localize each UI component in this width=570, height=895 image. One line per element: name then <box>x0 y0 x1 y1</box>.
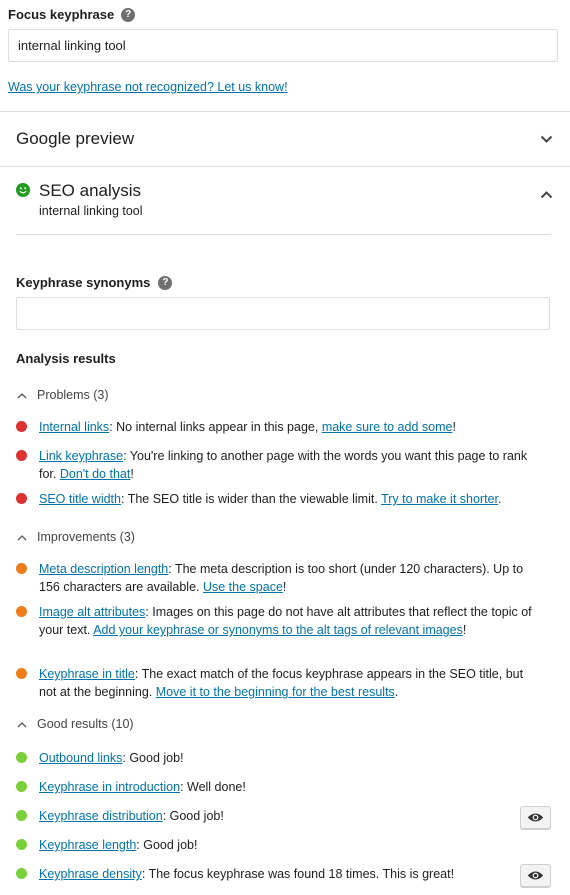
result-action-link[interactable]: Add your keyphrase or synonyms to the al… <box>93 623 463 637</box>
result-link[interactable]: Meta description length <box>39 562 168 576</box>
list-item: SEO title width: The SEO title is wider … <box>16 490 536 508</box>
problems-toggle[interactable]: Problems (3) <box>16 388 109 402</box>
good-bullet-icon <box>16 868 27 879</box>
result-action-link[interactable]: Use the space <box>203 580 283 594</box>
chevron-up-icon[interactable] <box>538 186 554 202</box>
good-results-toggle[interactable]: Good results (10) <box>16 717 134 731</box>
problem-bullet-icon <box>16 493 27 504</box>
list-item: Link keyphrase: You're linking to anothe… <box>16 447 536 483</box>
result-link[interactable]: Internal links <box>39 420 109 434</box>
focus-keyphrase-value: internal linking tool <box>18 38 126 53</box>
smiley-icon <box>16 183 30 197</box>
list-item: Internal links: No internal links appear… <box>16 418 536 436</box>
result-text: : The focus keyphrase was found 18 times… <box>141 867 455 881</box>
result-link[interactable]: Outbound links <box>39 751 122 765</box>
result-link[interactable]: Link keyphrase <box>39 449 123 463</box>
google-preview-toggle[interactable]: Google preview <box>0 112 570 166</box>
focus-keyphrase-input[interactable]: internal linking tool <box>8 29 558 62</box>
eye-icon <box>527 813 544 822</box>
seo-analysis-title: SEO analysis <box>39 181 142 200</box>
help-icon[interactable]: ? <box>121 7 136 22</box>
good-bullet-icon <box>16 752 27 763</box>
result-link[interactable]: Keyphrase in introduction <box>39 780 180 794</box>
good-results-heading: Good results (10) <box>37 717 134 731</box>
problems-heading: Problems (3) <box>37 388 109 402</box>
result-link[interactable]: SEO title width <box>39 492 121 506</box>
good-bullet-icon <box>16 839 27 850</box>
list-item: Image alt attributes: Images on this pag… <box>16 603 536 639</box>
result-text: : Good job! <box>136 838 198 852</box>
caret-up-icon <box>16 718 28 730</box>
highlight-toggle-button[interactable] <box>520 864 551 887</box>
result-tail: ! <box>130 467 134 481</box>
list-item: Keyphrase density: The focus keyphrase w… <box>16 865 536 883</box>
list-item: Outbound links: Good job! <box>16 749 536 767</box>
divider <box>16 234 551 235</box>
result-text: : Good job! <box>122 751 184 765</box>
google-preview-title: Google preview <box>16 129 135 148</box>
seo-analysis-toggle[interactable] <box>0 167 570 235</box>
result-action-link[interactable]: make sure to add some <box>322 420 453 434</box>
highlight-toggle-button[interactable] <box>520 806 551 829</box>
result-tail: . <box>498 492 502 506</box>
improvement-bullet-icon <box>16 606 27 617</box>
problem-bullet-icon <box>16 450 27 461</box>
result-action-link[interactable]: Try to make it shorter <box>381 492 498 506</box>
eye-icon <box>527 871 544 880</box>
analysis-results-heading: Analysis results <box>16 351 116 366</box>
improvement-bullet-icon <box>16 563 27 574</box>
good-bullet-icon <box>16 810 27 821</box>
focus-keyphrase-label-text: Focus keyphrase <box>8 7 115 22</box>
result-text: : The SEO title is wider than the viewab… <box>120 492 382 506</box>
help-icon[interactable]: ? <box>158 275 173 290</box>
result-text: : Well done! <box>180 780 246 794</box>
keyphrase-synonyms-label-text: Keyphrase synonyms <box>16 275 151 290</box>
result-link[interactable]: Image alt attributes <box>39 605 145 619</box>
list-item: Keyphrase in title: The exact match of t… <box>16 665 536 701</box>
list-item: Keyphrase in introduction: Well done! <box>16 778 536 796</box>
improvement-bullet-icon <box>16 668 27 679</box>
result-tail: ! <box>452 420 456 434</box>
result-text: : Good job! <box>162 809 224 823</box>
list-item: Keyphrase length: Good job! <box>16 836 536 854</box>
keyphrase-feedback-link[interactable]: Was your keyphrase not recognized? Let u… <box>8 80 288 94</box>
improvements-toggle[interactable]: Improvements (3) <box>16 530 135 544</box>
result-link[interactable]: Keyphrase distribution <box>39 809 163 823</box>
result-link[interactable]: Keyphrase length <box>39 838 136 852</box>
result-tail: . <box>394 685 399 699</box>
problem-bullet-icon <box>16 421 27 432</box>
caret-up-icon <box>16 389 28 401</box>
improvements-heading: Improvements (3) <box>37 530 135 544</box>
result-action-link[interactable]: Move it to the beginning for the best re… <box>156 685 395 699</box>
result-tail: ! <box>462 623 467 637</box>
keyphrase-synonyms-label: Keyphrase synonyms ? <box>16 275 173 290</box>
keyphrase-synonyms-input[interactable] <box>16 297 550 330</box>
good-bullet-icon <box>16 781 27 792</box>
seo-analysis-subtitle: internal linking tool <box>39 204 143 218</box>
list-item: Meta description length: The meta descri… <box>16 560 536 596</box>
result-link[interactable]: Keyphrase density <box>39 867 142 881</box>
list-item: Keyphrase distribution: Good job! <box>16 807 536 825</box>
focus-keyphrase-label: Focus keyphrase ? <box>8 7 136 22</box>
caret-up-icon <box>16 531 28 543</box>
result-link[interactable]: Keyphrase in title <box>39 667 135 681</box>
result-action-link[interactable]: Don't do that <box>60 467 131 481</box>
chevron-down-icon <box>538 131 554 147</box>
result-text: : No internal links appear in this page, <box>109 420 322 434</box>
result-tail: ! <box>282 580 287 594</box>
